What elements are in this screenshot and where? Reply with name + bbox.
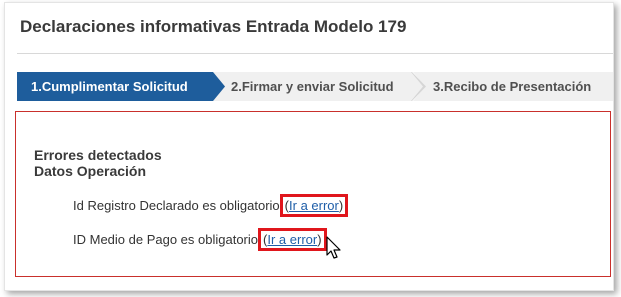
paren-close: ) <box>338 198 344 213</box>
step-firmar-enviar-solicitud[interactable]: 2.Firmar y enviar Solicitud <box>213 72 423 101</box>
error-panel: Errores detectados Datos Operación Id Re… <box>15 111 611 277</box>
error-link-highlight: (Ir a error) <box>279 194 349 217</box>
step-cumplimentar-solicitud[interactable]: 1.Cumplimentar Solicitud <box>17 72 225 101</box>
go-to-error-link[interactable]: Ir a error <box>289 198 339 213</box>
go-to-error-link[interactable]: Ir a error <box>267 232 317 247</box>
step-progress-bar: 1.Cumplimentar Solicitud 2.Firmar y envi… <box>17 72 613 101</box>
step-recibo-presentacion[interactable]: 3.Recibo de Presentación <box>413 72 613 101</box>
error-item: ID Medio de Pago es obligatorio (Ir a err… <box>73 228 327 251</box>
error-link-highlight: (Ir a error) <box>258 228 327 251</box>
paren-close: ) <box>317 232 322 247</box>
title-divider <box>17 53 613 54</box>
error-section-heading: Datos Operación <box>34 163 147 179</box>
error-message: Id Registro Declarado es obligatorio <box>73 198 280 213</box>
error-heading-block: Errores detectados Datos Operación <box>34 147 162 179</box>
errors-detected-heading: Errores detectados <box>34 147 162 163</box>
mouse-pointer-icon <box>326 236 341 259</box>
error-message: ID Medio de Pago es obligatorio <box>73 232 259 247</box>
error-item: Id Registro Declarado es obligatorio (Ir … <box>73 194 349 217</box>
page-title: Declaraciones informativas Entrada Model… <box>20 17 407 36</box>
